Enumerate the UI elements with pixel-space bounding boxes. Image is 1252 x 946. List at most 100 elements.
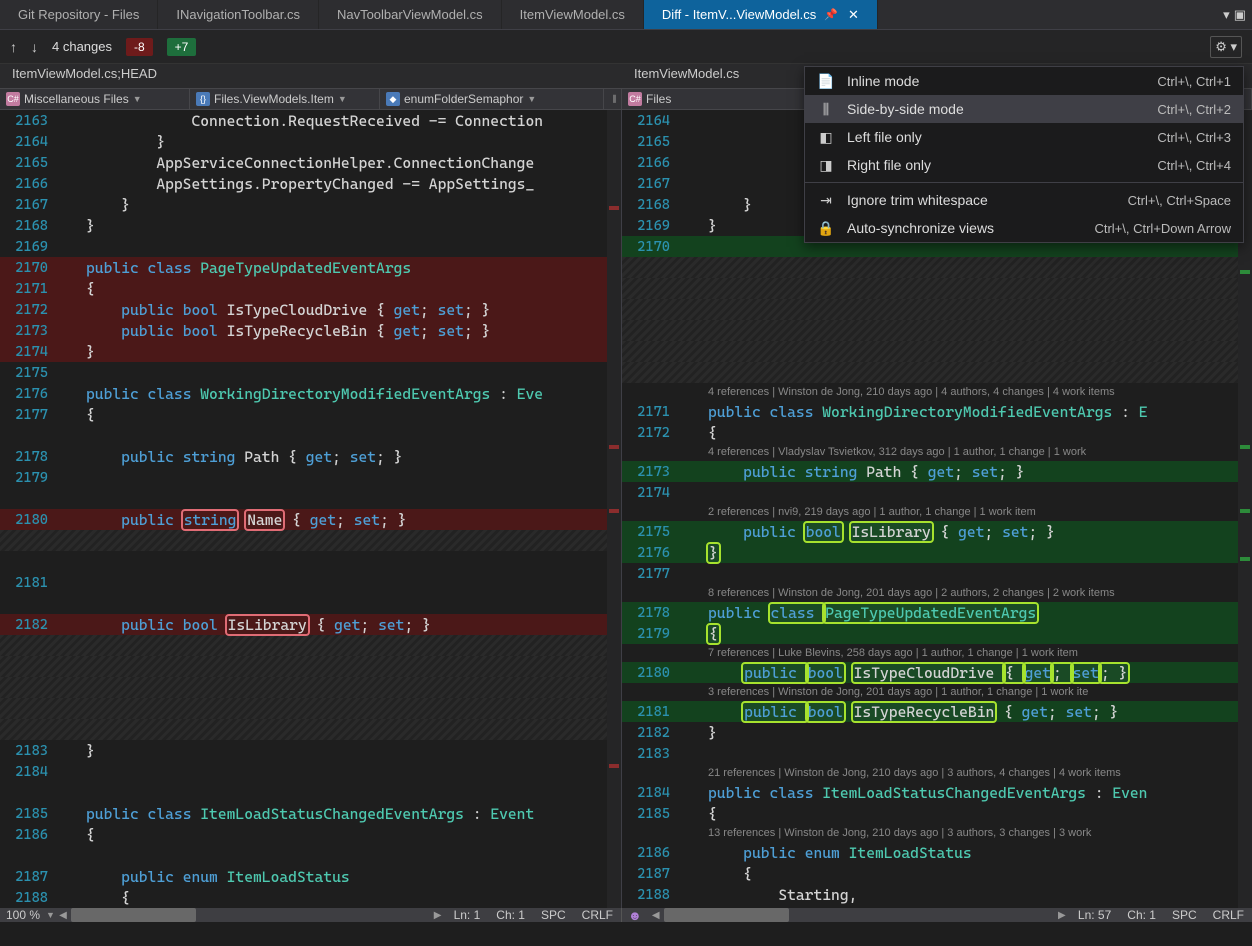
- code-line[interactable]: 2174}: [0, 341, 621, 362]
- blank-line: [0, 593, 621, 614]
- code-line[interactable]: 2183: [622, 743, 1252, 764]
- scroll-thumb-left[interactable]: [71, 908, 430, 922]
- prev-change-button[interactable]: ↑: [10, 39, 17, 55]
- code-line[interactable]: 2168}: [0, 215, 621, 236]
- spc-label: SPC: [533, 908, 574, 922]
- dd-namespace[interactable]: {}Files.ViewModels.Item▼: [190, 89, 380, 109]
- left-filename: ItemViewModel.cs;HEAD: [0, 64, 622, 88]
- blank-line: [0, 845, 621, 866]
- code-line[interactable]: 2185public class ItemLoadStatusChangedEv…: [0, 803, 621, 824]
- code-line[interactable]: 2185{: [622, 803, 1252, 824]
- scroll-thumb-right[interactable]: [664, 908, 1054, 922]
- code-line[interactable]: 2184: [0, 761, 621, 782]
- menu-item-icon: 🔒: [817, 220, 835, 237]
- diff-settings-button[interactable]: ⚙ ▾: [1210, 36, 1242, 58]
- menu-item[interactable]: ⫼Side-by-side modeCtrl+\, Ctrl+2: [805, 95, 1243, 123]
- diff-gap: [0, 677, 621, 698]
- dd-member[interactable]: ◆enumFolderSemaphor▼: [380, 89, 604, 109]
- menu-item[interactable]: ◨Right file onlyCtrl+\, Ctrl+4: [805, 151, 1243, 179]
- code-line[interactable]: 2172 public bool IsTypeCloudDrive { get;…: [0, 299, 621, 320]
- code-line[interactable]: 2176public class WorkingDirectoryModifie…: [0, 383, 621, 404]
- code-line[interactable]: 2165 AppServiceConnectionHelper.Connecti…: [0, 152, 621, 173]
- feedback-icon[interactable]: ☻: [622, 908, 648, 923]
- codelens[interactable]: 4 references | Vladyslav Tsvietkov, 312 …: [622, 443, 1252, 461]
- code-line[interactable]: 2177: [622, 563, 1252, 584]
- code-line[interactable]: 2182 public bool IsLibrary { get; set; }: [0, 614, 621, 635]
- scroll-left-button[interactable]: ◀: [55, 910, 71, 921]
- next-change-button[interactable]: ↓: [31, 39, 38, 55]
- tab-git-repo[interactable]: Git Repository - Files: [0, 0, 158, 29]
- chevron-down-icon[interactable]: ▾: [1223, 7, 1230, 23]
- code-line[interactable]: 2164 }: [0, 131, 621, 152]
- code-line[interactable]: 2173 public bool IsTypeRecycleBin { get;…: [0, 320, 621, 341]
- code-line[interactable]: 2184public class ItemLoadStatusChangedEv…: [622, 782, 1252, 803]
- code-line[interactable]: 2188 {: [0, 887, 621, 908]
- left-minimap[interactable]: [607, 110, 621, 908]
- menu-item[interactable]: 🔒Auto-synchronize viewsCtrl+\, Ctrl+Down…: [805, 214, 1243, 242]
- code-line[interactable]: 2181 public bool IsTypeRecycleBin { get;…: [622, 701, 1252, 722]
- codelens[interactable]: 21 references | Winston de Jong, 210 day…: [622, 764, 1252, 782]
- code-line[interactable]: 2186 public enum ItemLoadStatus: [622, 842, 1252, 863]
- code-line[interactable]: 2175 public bool IsLibrary { get; set; }: [622, 521, 1252, 542]
- code-line[interactable]: 2188 Starting,: [622, 884, 1252, 905]
- dd-project[interactable]: C#Miscellaneous Files▼: [0, 89, 190, 109]
- code-line[interactable]: 2176}: [622, 542, 1252, 563]
- crlf-label-r: CRLF: [1205, 908, 1252, 922]
- crlf-label: CRLF: [574, 908, 621, 922]
- code-line[interactable]: 2180 public bool IsTypeCloudDrive { get;…: [622, 662, 1252, 683]
- code-line[interactable]: 2170public class PageTypeUpdatedEventArg…: [0, 257, 621, 278]
- code-line[interactable]: 2169: [0, 236, 621, 257]
- pin-icon[interactable]: 📌: [824, 8, 838, 21]
- code-line[interactable]: 2187 {: [622, 863, 1252, 884]
- menu-item[interactable]: ◧Left file onlyCtrl+\, Ctrl+3: [805, 123, 1243, 151]
- code-line[interactable]: 2178 public string Path { get; set; }: [0, 446, 621, 467]
- code-line[interactable]: 2173 public string Path { get; set; }: [622, 461, 1252, 482]
- menu-item[interactable]: ⇥Ignore trim whitespaceCtrl+\, Ctrl+Spac…: [805, 186, 1243, 214]
- removed-badge: -8: [126, 38, 153, 56]
- code-line[interactable]: 2166 AppSettings.PropertyChanged -= AppS…: [0, 173, 621, 194]
- scroll-right-button-r[interactable]: ▶: [1054, 910, 1070, 921]
- codelens[interactable]: 7 references | Luke Blevins, 258 days ag…: [622, 644, 1252, 662]
- left-pane[interactable]: 2163 Connection.RequestReceived -= Conne…: [0, 110, 622, 908]
- code-line[interactable]: 2167 }: [0, 194, 621, 215]
- codelens[interactable]: 4 references | Winston de Jong, 210 days…: [622, 383, 1252, 401]
- codelens[interactable]: 13 references | Winston de Jong, 210 day…: [622, 824, 1252, 842]
- code-line[interactable]: 2187 public enum ItemLoadStatus: [0, 866, 621, 887]
- code-line[interactable]: 2174: [622, 482, 1252, 503]
- code-line[interactable]: 2182}: [622, 722, 1252, 743]
- dd-split[interactable]: ⫼: [604, 89, 622, 109]
- scroll-left-button-r[interactable]: ◀: [648, 910, 664, 921]
- codelens[interactable]: 8 references | Winston de Jong, 201 days…: [622, 584, 1252, 602]
- codelens[interactable]: 3 references | Winston de Jong, 201 days…: [622, 683, 1252, 701]
- blank-line: [0, 425, 621, 446]
- code-line[interactable]: 2175: [0, 362, 621, 383]
- horizontal-scrollbars: 100 % ▼ ◀ ▶ Ln: 1 Ch: 1 SPC CRLF ☻ ◀ ▶ L…: [0, 908, 1252, 922]
- zoom-label[interactable]: 100 %: [0, 908, 46, 922]
- window-icon[interactable]: ▣: [1234, 7, 1246, 23]
- menu-item[interactable]: 📄Inline modeCtrl+\, Ctrl+1: [805, 67, 1243, 95]
- code-line[interactable]: 2163 Connection.RequestReceived -= Conne…: [0, 110, 621, 131]
- code-line[interactable]: 2178public class PageTypeUpdatedEventArg…: [622, 602, 1252, 623]
- tab-navtoolbar[interactable]: NavToolbarViewModel.cs: [319, 0, 502, 29]
- ch-label: Ch: 1: [488, 908, 533, 922]
- code-line[interactable]: 2183}: [0, 740, 621, 761]
- diff-gap: [622, 278, 1252, 299]
- code-line[interactable]: 2179{: [622, 623, 1252, 644]
- code-line[interactable]: 2177{: [0, 404, 621, 425]
- scroll-right-button[interactable]: ▶: [430, 910, 446, 921]
- code-line[interactable]: 2172{: [622, 422, 1252, 443]
- tab-itemvm[interactable]: ItemViewModel.cs: [502, 0, 644, 29]
- zoom-dropdown-icon[interactable]: ▼: [46, 910, 55, 920]
- codelens[interactable]: 2 references | nvi9, 219 days ago | 1 au…: [622, 503, 1252, 521]
- close-icon[interactable]: ✕: [848, 7, 859, 23]
- blank-line: [0, 488, 621, 509]
- code-line[interactable]: 2181: [0, 572, 621, 593]
- code-line[interactable]: 2171public class WorkingDirectoryModifie…: [622, 401, 1252, 422]
- ch-label-r: Ch: 1: [1119, 908, 1164, 922]
- tab-diff-active[interactable]: Diff - ItemV...ViewModel.cs 📌 ✕: [644, 0, 878, 29]
- tab-inav[interactable]: INavigationToolbar.cs: [158, 0, 319, 29]
- code-line[interactable]: 2180 public string Name { get; set; }: [0, 509, 621, 530]
- code-line[interactable]: 2179: [0, 467, 621, 488]
- code-line[interactable]: 2186{: [0, 824, 621, 845]
- code-line[interactable]: 2171{: [0, 278, 621, 299]
